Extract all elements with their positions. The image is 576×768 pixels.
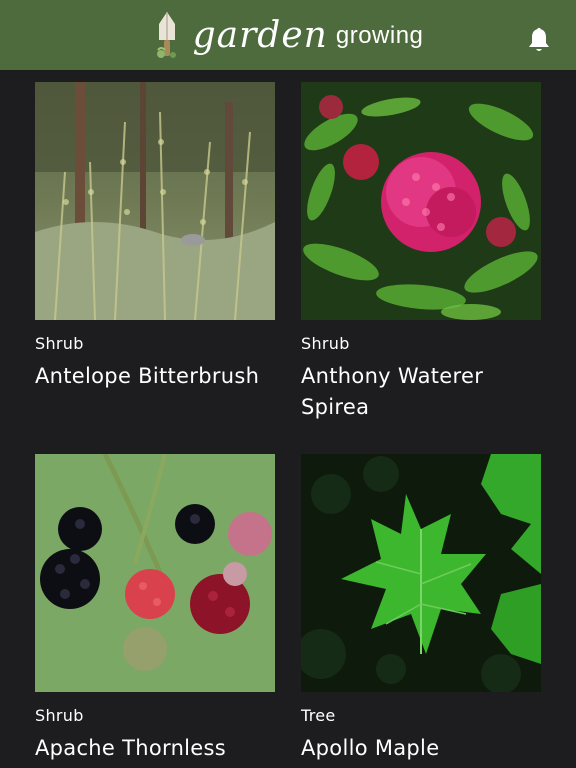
plant-category: Tree [301, 706, 336, 725]
plant-grid: Shrub Antelope Bitterbrush Shrub Anthony… [0, 70, 576, 768]
plant-card[interactable]: Shrub Antelope Bitterbrush [35, 82, 275, 392]
trowel-logo-icon [156, 12, 176, 58]
logo-word-text: growing [335, 22, 424, 49]
spirea-photo [301, 82, 541, 320]
plant-name: Apollo Maple [301, 736, 440, 760]
maple-photo [301, 454, 541, 692]
plant-name: Anthony Waterer Spirea [301, 364, 484, 419]
plant-card[interactable]: Tree Apollo Maple [301, 454, 541, 764]
plant-category: Shrub [301, 334, 350, 353]
plant-card[interactable]: Shrub Anthony Waterer Spirea [301, 82, 541, 423]
plant-card[interactable]: Shrub Apache Thornless [35, 454, 275, 764]
blackberry-photo [35, 454, 275, 692]
app-logo[interactable]: garden growing [153, 10, 424, 60]
app-header: garden growing [0, 0, 576, 70]
logo-script-text: garden [192, 14, 328, 56]
plant-category: Shrub [35, 706, 84, 725]
bell-icon[interactable] [528, 27, 550, 53]
plant-category: Shrub [35, 334, 84, 353]
plant-name: Apache Thornless [35, 736, 227, 760]
bitterbrush-photo [35, 82, 275, 320]
plant-name: Antelope Bitterbrush [35, 364, 260, 388]
